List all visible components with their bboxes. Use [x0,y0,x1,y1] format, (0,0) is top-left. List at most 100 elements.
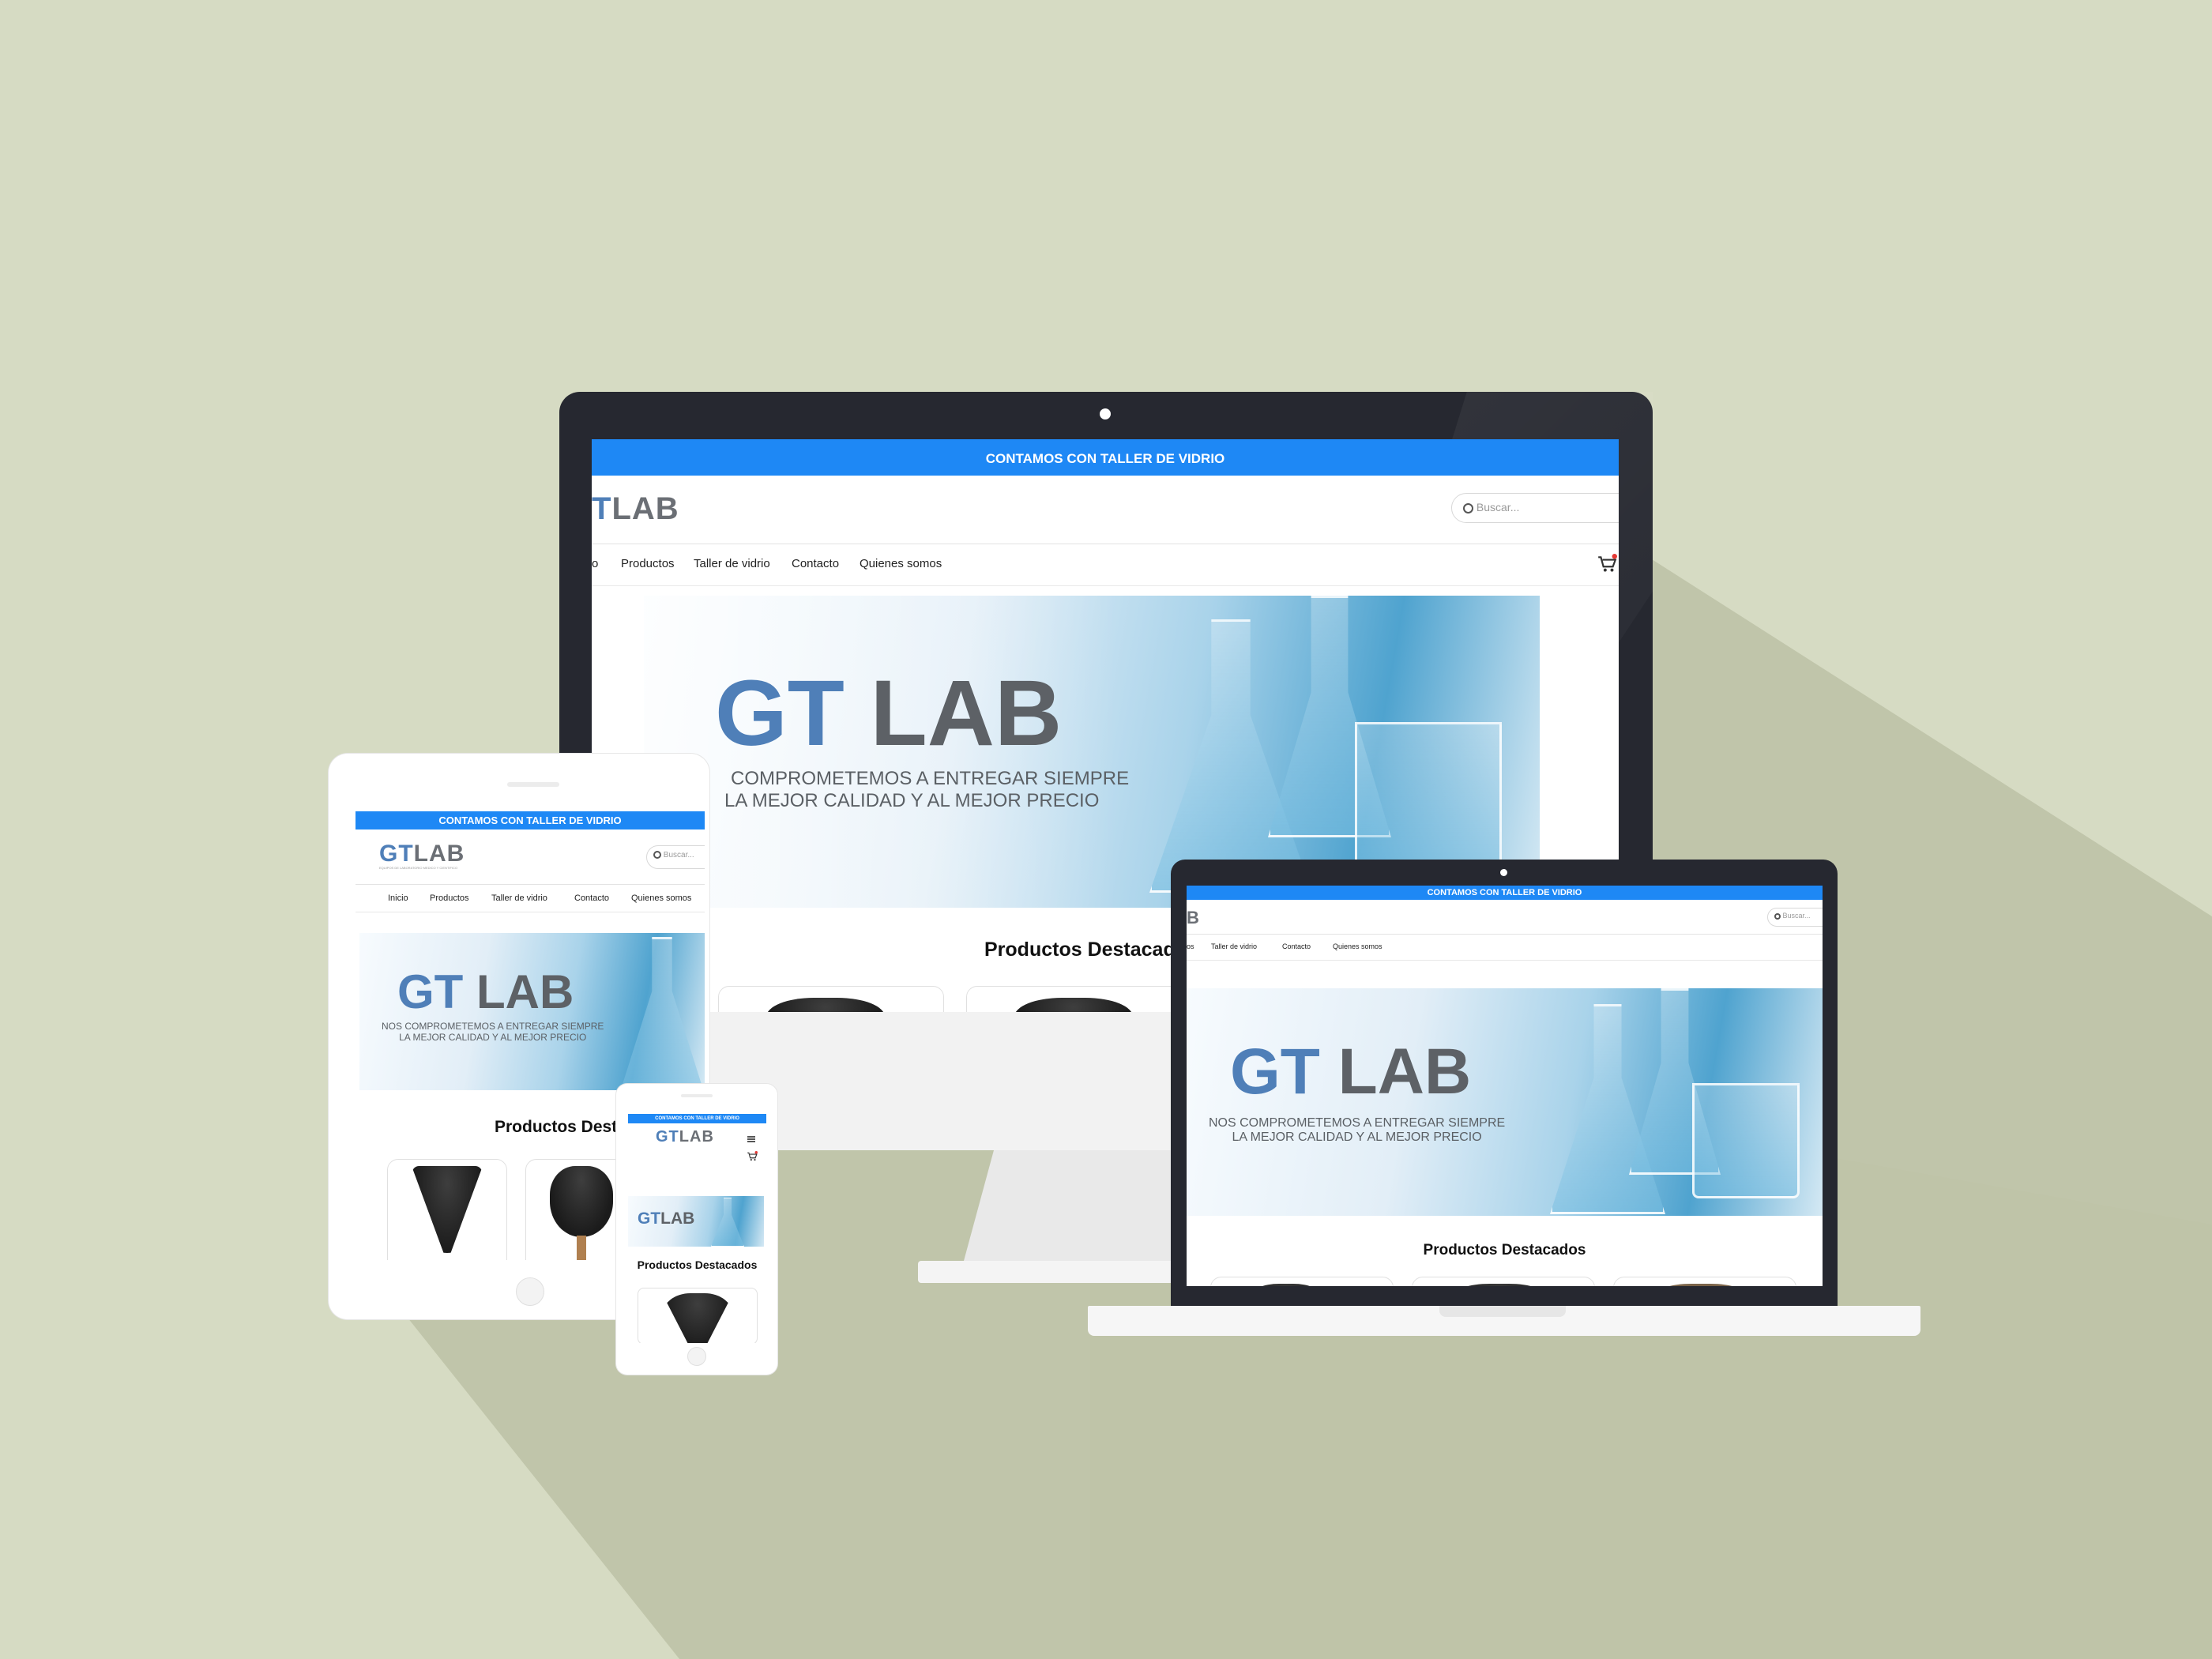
banner-logo-lab: LAB [476,965,574,1018]
header: B Buscar... [1187,900,1823,935]
banner-logo-gt: GT [715,661,845,766]
banner-slogan: NOS COMPROMETEMOS A ENTREGAR SIEMPRE LA … [382,1021,604,1044]
product-card[interactable] [1412,1277,1595,1286]
nav-item-contacto[interactable]: Contacto [792,557,839,570]
banner-slogan-line1: COMPROMETEMOS A ENTREGAR SIEMPRE [731,768,1130,789]
product-card[interactable] [966,986,1192,1012]
home-button-icon[interactable] [687,1347,706,1366]
search-placeholder: Buscar... [663,851,694,860]
main-nav: Inicio Productos Taller de vidrio Contac… [356,885,705,912]
featured-title: Productos Destacad [984,939,1176,961]
nav-item-inicio[interactable]: Inicio [388,893,408,903]
search-input[interactable]: Buscar... [1451,493,1619,523]
header: GTLAB [628,1123,766,1150]
home-button-icon[interactable] [516,1277,544,1306]
nav-item-quienes[interactable]: Quienes somos [860,557,942,570]
product-card[interactable] [1613,1277,1796,1286]
product-card[interactable] [387,1159,507,1260]
topbar-text: CONTAMOS CON TALLER DE VIDRIO [1427,888,1582,897]
search-input[interactable]: Buscar... [646,845,705,869]
product-card[interactable] [638,1288,758,1343]
logo-lab: LAB [679,1128,714,1146]
banner-logo: GT LAB [397,969,574,1016]
banner-logo-lab: LAB [1337,1036,1472,1108]
featured-title: Productos Destacados [637,1258,758,1271]
banner-logo: GTLAB [638,1210,694,1227]
nav-item-productos[interactable]: Productos [430,893,469,903]
search-placeholder: Buscar... [1782,912,1811,920]
logo[interactable]: TLAB [592,491,679,527]
nav-item-quienes[interactable]: Quienes somos [1333,942,1382,950]
beaker-illustration [1692,1083,1800,1198]
hero-banner: GT LAB NOS COMPROMETEMOS A ENTREGAR SIEM… [359,933,705,1090]
phone-speaker [681,1094,713,1097]
product-image [766,998,885,1012]
featured-title: Productos Dest [495,1118,618,1136]
nav-item-taller[interactable]: Taller de vidrio [1211,942,1257,950]
camera-dot-icon [1500,869,1507,876]
search-icon [1463,502,1473,514]
product-image [1014,998,1133,1012]
cart-icon[interactable] [747,1151,758,1162]
banner-logo: GT LAB [715,667,1062,760]
nav-item-productos[interactable]: os [1187,942,1194,950]
cart-icon[interactable] [1597,554,1617,574]
nav-item-taller[interactable]: Taller de vidrio [491,893,547,903]
logo-gt: T [592,491,612,526]
camera-dot-icon [1100,408,1111,419]
topbar: CONTAMOS CON TALLER DE VIDRIO [628,1114,766,1123]
nav-item-contacto[interactable]: Contacto [1282,942,1311,950]
topbar: CONTAMOS CON TALLER DE VIDRIO [356,811,705,830]
logo[interactable]: GTLAB [656,1129,714,1145]
hamburger-icon[interactable] [747,1136,755,1142]
nav-item-productos[interactable]: Productos [621,557,675,570]
product-image [550,1166,613,1237]
product-image [412,1166,483,1253]
banner-logo-gt: GT [1230,1036,1320,1108]
hero-banner: GTLAB [628,1196,764,1247]
nav-item-quienes[interactable]: Quienes somos [631,893,691,903]
search-icon [1774,912,1781,920]
header: GTLAB EQUIPOS DE LABORATORIO MEDICO Y CI… [356,830,705,885]
main-nav: os Taller de vidrio Contacto Quienes som… [1187,935,1823,961]
hero-banner: GT LAB NOS COMPROMETEMOS A ENTREGAR SIEM… [1187,988,1823,1216]
logo-lab: B [1187,908,1200,927]
header: TLAB Buscar... [592,476,1619,544]
nav-item-contacto[interactable]: Contacto [574,893,609,903]
banner-slogan: COMPROMETEMOS A ENTREGAR SIEMPRE LA MEJO… [724,768,1130,811]
banner-logo-lab: LAB [870,661,1063,766]
product-image [1452,1284,1547,1286]
banner-slogan-line2: LA MEJOR CALIDAD Y AL MEJOR PRECIO [724,789,1100,811]
banner-logo: GT LAB [1230,1040,1471,1104]
logo-gt: GT [379,841,414,867]
search-input[interactable]: Buscar... [1767,908,1823,927]
nav-item-taller[interactable]: Taller de vidrio [694,557,770,570]
banner-logo-gt: GT [638,1209,661,1228]
topbar-text: CONTAMOS CON TALLER DE VIDRIO [985,451,1225,466]
logo[interactable]: B [1187,908,1200,928]
product-card[interactable] [1210,1277,1394,1286]
search-placeholder: Buscar... [1476,501,1520,514]
product-image [662,1293,733,1343]
topbar: CONTAMOS CON TALLER DE VIDRIO [1187,886,1823,900]
flask-illustration [1149,619,1312,893]
logo-tagline: EQUIPOS DE LABORATORIO MEDICO Y CIENTIFI… [379,866,458,870]
search-icon [653,851,661,860]
topbar-text: CONTAMOS CON TALLER DE VIDRIO [438,814,622,826]
banner-slogan-line2: LA MEJOR CALIDAD Y AL MEJOR PRECIO [1232,1130,1482,1145]
nav-item-inicio[interactable]: o [592,557,598,570]
banner-slogan: NOS COMPROMETEMOS A ENTREGAR SIEMPRE LA … [1209,1116,1505,1146]
logo-lab: LAB [413,841,465,867]
banner-logo-lab: LAB [660,1209,695,1228]
tablet-speaker [507,782,559,787]
product-card[interactable] [718,986,944,1012]
main-nav: o Productos Taller de vidrio Contacto Qu… [592,544,1619,586]
banner-logo-gt: GT [397,965,464,1018]
logo[interactable]: GTLAB EQUIPOS DE LABORATORIO MEDICO Y CI… [379,842,465,871]
laptop-screen: CONTAMOS CON TALLER DE VIDRIO B Buscar..… [1187,886,1823,1286]
product-handle [577,1236,586,1260]
product-image [1251,1284,1322,1286]
banner-slogan-line2: LA MEJOR CALIDAD Y AL MEJOR PRECIO [399,1031,587,1043]
banner-slogan-line1: NOS COMPROMETEMOS A ENTREGAR SIEMPRE [382,1021,604,1032]
flask-illustration [711,1198,744,1247]
